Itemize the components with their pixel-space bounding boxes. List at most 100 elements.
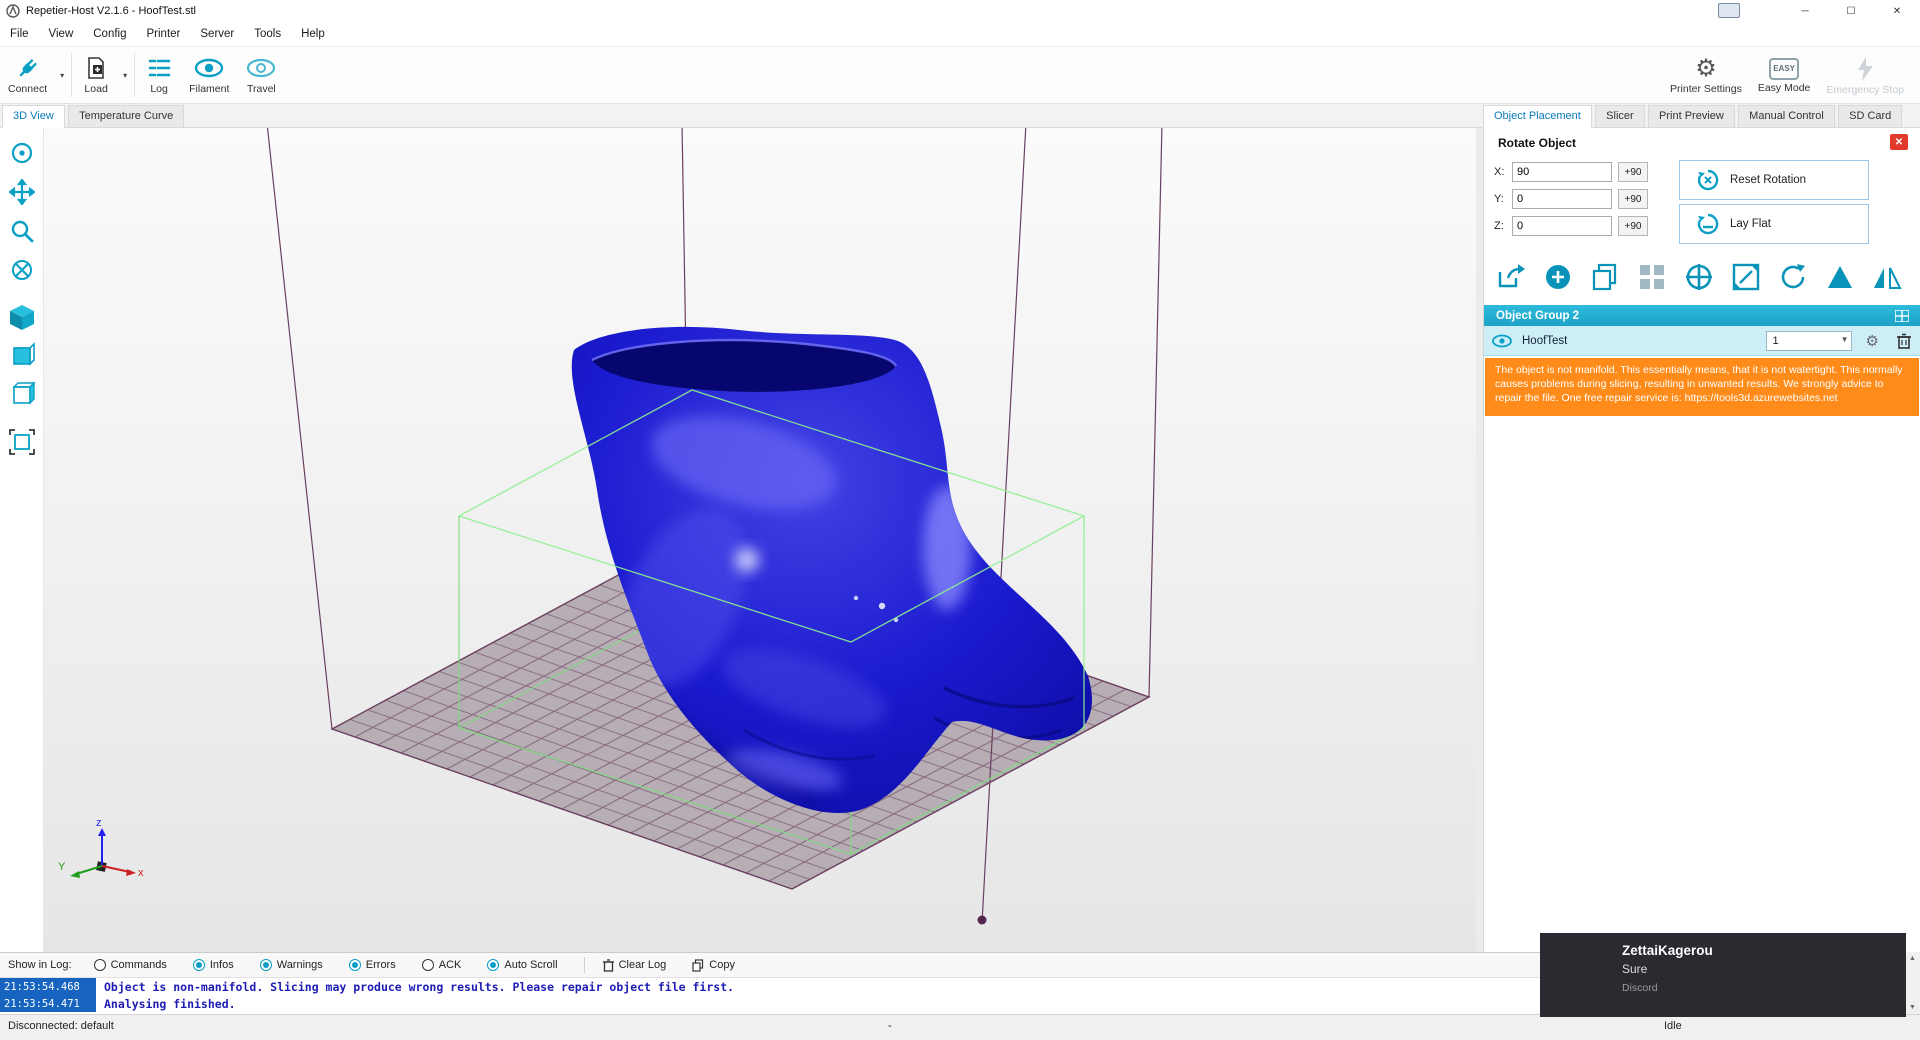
object-settings-gear-icon[interactable]: ⚙ [1866, 332, 1879, 350]
rotate-x-plus90-button[interactable]: +90 [1618, 162, 1648, 182]
window-title: Repetier-Host V2.1.6 - HoofTest.stl [26, 5, 196, 17]
touch-keyboard-icon[interactable] [1718, 3, 1740, 18]
rotate-z-row: Z: +90 [1494, 216, 1648, 236]
menu-tools[interactable]: Tools [244, 24, 291, 44]
menu-file[interactable]: File [0, 24, 39, 44]
tab-object-placement[interactable]: Object Placement [1483, 105, 1592, 128]
reset-rotation-button[interactable]: Reset Rotation [1679, 160, 1869, 200]
scroll-up-icon[interactable]: ▲ [1909, 952, 1916, 965]
copy-object-button[interactable] [1586, 258, 1624, 296]
menu-bar: File View Config Printer Server Tools He… [0, 22, 1920, 47]
tab-sd-card[interactable]: SD Card [1838, 105, 1902, 127]
load-button[interactable]: Load [74, 47, 118, 103]
scale-object-button[interactable] [1727, 258, 1765, 296]
viewport-3d[interactable]: z Y x [44, 128, 1476, 952]
x-axis-label: X: [1494, 166, 1512, 178]
volume-corner-dot [978, 916, 987, 925]
drop-object-button[interactable] [1821, 258, 1859, 296]
scroll-down-icon[interactable]: ▼ [1909, 1001, 1916, 1014]
rotate-arrows-icon [1778, 262, 1808, 292]
discord-notification[interactable]: ZettaiKagerou Sure Discord [1540, 933, 1906, 1017]
rotate-y-plus90-button[interactable]: +90 [1618, 189, 1648, 209]
delete-object-trash-icon[interactable] [1897, 333, 1911, 349]
filter-errors[interactable]: Errors [349, 959, 396, 971]
panel-splitter[interactable] [1476, 128, 1483, 952]
rotate-z-input[interactable] [1512, 216, 1612, 236]
center-crosshair-icon [1684, 262, 1714, 292]
tab-print-preview[interactable]: Print Preview [1648, 105, 1735, 127]
printer-state: Idle [1664, 1020, 1682, 1032]
view-tools [0, 128, 44, 952]
rotate-z-plus90-button[interactable]: +90 [1618, 216, 1648, 236]
rotate-view-button[interactable] [5, 136, 39, 170]
connect-dropdown-arrow[interactable]: ▾ [55, 47, 69, 103]
log-button[interactable]: Log [137, 47, 181, 103]
rotate-y-input[interactable] [1512, 189, 1612, 209]
lay-flat-button[interactable]: Lay Flat [1679, 204, 1869, 244]
lay-flat-label: Lay Flat [1730, 218, 1771, 230]
isometric-view-button[interactable] [5, 300, 39, 334]
tab-temperature-curve[interactable]: Temperature Curve [68, 105, 184, 127]
easy-badge-icon: EASY [1769, 58, 1799, 80]
mirror-object-button[interactable] [1868, 258, 1906, 296]
menu-printer[interactable]: Printer [137, 24, 191, 44]
move-viewpoint-button[interactable] [5, 253, 39, 287]
menu-view[interactable]: View [39, 24, 84, 44]
printer-settings-button[interactable]: ⚙ Printer Settings [1662, 47, 1750, 104]
object-row-hooftest[interactable]: HoofTest 1 ▼ ⚙ [1484, 326, 1920, 356]
filter-commands[interactable]: Commands [94, 959, 167, 971]
easy-mode-button[interactable]: EASY Easy Mode [1750, 47, 1819, 104]
export-object-button[interactable] [1492, 258, 1530, 296]
center-object-button[interactable] [1680, 258, 1718, 296]
log-scrollbar[interactable]: ▲ ▼ [1904, 952, 1920, 1014]
axis-z-label: z [96, 817, 102, 829]
object-group-header[interactable]: Object Group 2 [1484, 305, 1920, 326]
log-toolbar-separator [584, 957, 585, 973]
plug-icon [15, 55, 41, 81]
object-count-dropdown[interactable]: 1 ▼ [1766, 331, 1852, 351]
close-button[interactable]: ✕ [1874, 0, 1920, 22]
front-view-button[interactable] [5, 339, 39, 373]
clear-log-button[interactable]: Clear Log [603, 959, 667, 972]
move-view-button[interactable] [5, 175, 39, 209]
object-visibility-eye-icon[interactable] [1492, 334, 1512, 348]
menu-help[interactable]: Help [291, 24, 335, 44]
zoom-view-button[interactable] [5, 214, 39, 248]
maximize-button[interactable]: ☐ [1828, 0, 1874, 22]
copy-pages-icon [1590, 262, 1620, 292]
tab-manual-control[interactable]: Manual Control [1738, 105, 1835, 127]
filament-button[interactable]: Filament [181, 47, 237, 103]
log-list-icon [146, 55, 172, 81]
connect-button[interactable]: Connect [0, 47, 55, 103]
tab-3d-view[interactable]: 3D View [2, 105, 65, 128]
travel-button[interactable]: Travel [237, 47, 285, 103]
filter-auto-scroll[interactable]: Auto Scroll [487, 959, 557, 971]
group-table-icon [1895, 310, 1909, 322]
chevron-down-icon: ▼ [1841, 335, 1849, 344]
filter-ack[interactable]: ACK [422, 959, 462, 971]
copy-log-button[interactable]: Copy [692, 959, 735, 972]
discord-username: ZettaiKagerou [1622, 943, 1896, 958]
filter-infos[interactable]: Infos [193, 959, 234, 971]
add-object-button[interactable] [1539, 258, 1577, 296]
minimize-button[interactable]: ─ [1782, 0, 1828, 22]
load-dropdown-arrow[interactable]: ▾ [118, 47, 132, 103]
menu-config[interactable]: Config [83, 24, 136, 44]
filter-warnings[interactable]: Warnings [260, 959, 323, 971]
z-axis-label: Z: [1494, 220, 1512, 232]
non-manifold-warning: The object is not manifold. This essenti… [1485, 358, 1919, 416]
tab-slicer[interactable]: Slicer [1595, 105, 1645, 127]
rotate-x-input[interactable] [1512, 162, 1612, 182]
gear-icon: ⚙ [1695, 57, 1717, 81]
toolbar-separator [134, 53, 135, 97]
magnifier-icon [9, 218, 35, 244]
fit-view-button[interactable] [5, 425, 39, 459]
export-icon [1496, 262, 1526, 292]
emergency-stop-button[interactable]: Emergency Stop [1818, 47, 1912, 104]
side-view-button[interactable] [5, 378, 39, 412]
rotate-object-button[interactable] [1774, 258, 1812, 296]
close-rotate-panel-button[interactable]: ✕ [1890, 134, 1908, 150]
menu-server[interactable]: Server [190, 24, 244, 44]
autoposition-button[interactable] [1633, 258, 1671, 296]
trash-icon [603, 959, 614, 972]
